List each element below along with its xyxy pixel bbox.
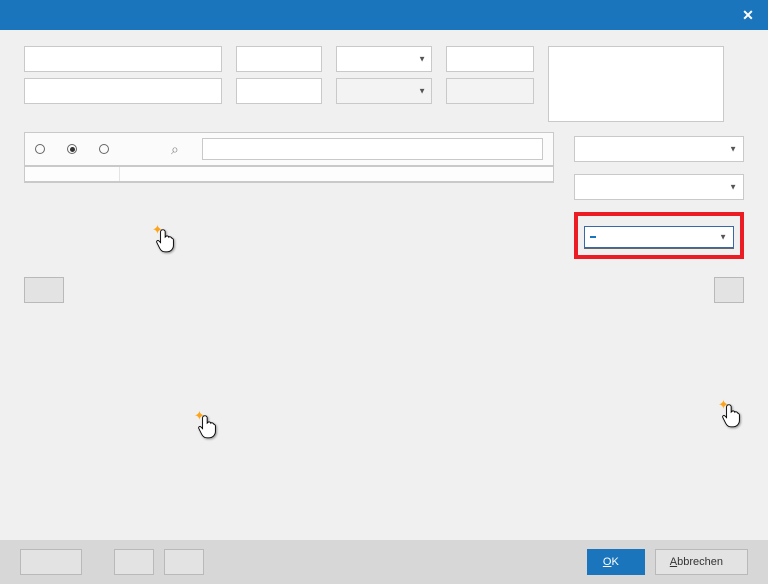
dokumente-button[interactable] bbox=[20, 549, 82, 575]
category-table bbox=[24, 166, 554, 183]
ok-neue-einnahme-button[interactable] bbox=[114, 549, 154, 575]
iban-input[interactable] bbox=[24, 78, 222, 104]
close-icon[interactable]: ✕ bbox=[728, 0, 768, 30]
radio-einnahme[interactable] bbox=[35, 144, 49, 154]
wertstellung-input bbox=[336, 78, 432, 104]
ok-button[interactable]: OK bbox=[587, 549, 645, 575]
type-radio-row: ⌕ bbox=[24, 132, 554, 166]
search-icon: ⌕ bbox=[171, 141, 179, 158]
ok-neue-ausgabe-button[interactable] bbox=[164, 549, 204, 575]
steuersatz-dropdown[interactable]: ▼ bbox=[584, 226, 734, 248]
col-kategorie[interactable] bbox=[120, 167, 553, 181]
beleg-input[interactable] bbox=[446, 46, 534, 72]
weitere-button[interactable] bbox=[24, 277, 64, 303]
spark-icon: ✦ bbox=[718, 397, 729, 413]
chevron-down-icon: ▼ bbox=[719, 233, 727, 242]
kosten-dropdown[interactable]: ▼ bbox=[574, 136, 744, 162]
radio-umbuchung[interactable] bbox=[99, 144, 113, 154]
search-input[interactable] bbox=[202, 138, 543, 160]
radio-ausgabe[interactable] bbox=[67, 144, 81, 154]
spark-icon: ✦ bbox=[194, 408, 205, 424]
buchungsdatum-input[interactable] bbox=[336, 46, 432, 72]
titlebar: ✕ bbox=[0, 0, 768, 30]
chevron-down-icon: ▼ bbox=[729, 145, 737, 154]
col-konto[interactable] bbox=[25, 167, 120, 181]
hand-cursor-icon bbox=[198, 414, 220, 440]
empf-input[interactable] bbox=[24, 46, 222, 72]
verwendungszweck-input[interactable] bbox=[548, 46, 724, 122]
steuersatz-highlight-box: ▼ bbox=[574, 212, 744, 259]
chevron-down-icon: ▼ bbox=[729, 183, 737, 192]
verwendung-dropdown[interactable]: ▼ bbox=[574, 174, 744, 200]
betrag-input[interactable] bbox=[236, 46, 322, 72]
keine-zuordnung-button[interactable] bbox=[714, 277, 744, 303]
buchungsart-input bbox=[446, 78, 534, 104]
hand-cursor-icon bbox=[722, 403, 744, 429]
abbrechen-button[interactable]: Abbrechen bbox=[655, 549, 748, 575]
footer-bar: OK Abbrechen bbox=[0, 540, 768, 584]
